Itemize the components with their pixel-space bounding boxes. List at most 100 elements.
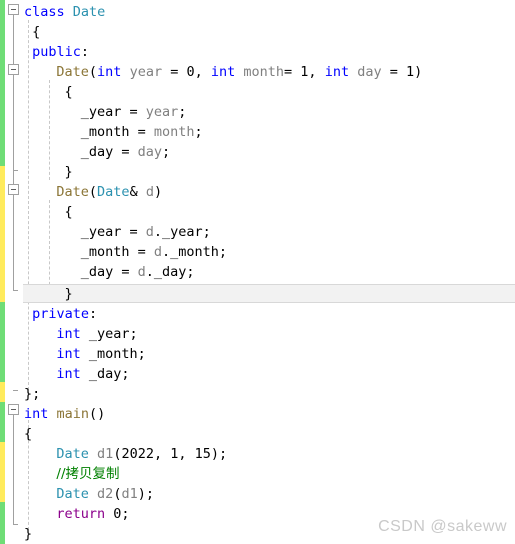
code-line[interactable]: public: xyxy=(0,42,515,62)
code-token: _year xyxy=(80,224,122,240)
code-token: ; xyxy=(161,144,171,160)
code-line[interactable]: class Date xyxy=(0,2,515,22)
code-token: = 1, xyxy=(284,64,325,80)
code-token: int xyxy=(97,64,122,80)
code-text-area[interactable]: class Date{public: Date(int year = 0, int… xyxy=(0,0,515,544)
code-token: : xyxy=(80,44,90,60)
code-line-text: Date(Date& d) xyxy=(0,182,162,202)
code-line-text: public: xyxy=(0,42,89,62)
code-token: { xyxy=(32,24,41,40)
code-token: ; xyxy=(194,124,203,140)
code-token: d xyxy=(137,264,146,280)
code-token: class xyxy=(24,4,65,20)
code-token: = 1) xyxy=(381,64,423,80)
code-token: { xyxy=(64,84,73,100)
code-line-text: } xyxy=(0,162,73,182)
code-token: d1 xyxy=(97,446,114,462)
watermark-label: CSDN @sakeww xyxy=(378,518,507,535)
code-token: return xyxy=(56,506,106,522)
code-token: _month xyxy=(80,124,130,140)
code-line-text: Date(int year = 0, int month= 1, int day… xyxy=(0,62,422,82)
code-token: : xyxy=(89,306,98,322)
code-line-text: } xyxy=(0,284,73,304)
code-token: ; xyxy=(178,104,187,120)
code-line[interactable]: //拷贝复制 xyxy=(0,464,515,484)
code-line-text: //拷贝复制 xyxy=(0,464,119,484)
code-line[interactable]: int main() xyxy=(0,404,515,424)
code-line[interactable]: _year = year; xyxy=(0,102,515,122)
code-line-text: _year = d._year; xyxy=(0,222,211,242)
code-line-text: _month = month; xyxy=(0,122,203,142)
code-token: } xyxy=(24,526,33,542)
code-line-text: int _month; xyxy=(0,344,145,364)
code-line-text: Date d2(d1); xyxy=(0,484,154,504)
code-token: ); xyxy=(137,486,154,502)
code-line[interactable]: _month = d._month; xyxy=(0,242,515,262)
code-token: d xyxy=(145,224,154,240)
code-line[interactable]: int _month; xyxy=(0,344,515,364)
code-token: month xyxy=(243,64,285,80)
code-token: = xyxy=(129,124,154,140)
code-line-text: { xyxy=(0,202,73,222)
code-token: year xyxy=(129,64,163,80)
code-line-text: int main() xyxy=(0,404,105,424)
code-token: int xyxy=(56,366,81,382)
code-token: = xyxy=(113,264,138,280)
code-line-text: { xyxy=(0,22,40,42)
code-line[interactable]: Date(Date& d) xyxy=(0,182,515,202)
code-line[interactable]: _day = d._day; xyxy=(0,262,515,282)
code-line-text: int _year; xyxy=(0,324,138,344)
code-line[interactable]: int _day; xyxy=(0,364,515,384)
code-token: { xyxy=(64,204,73,220)
code-token: _year; xyxy=(80,326,138,342)
code-token: (2022, 1, 15); xyxy=(113,446,228,462)
code-token: d2 xyxy=(97,486,114,502)
code-token: }; xyxy=(24,386,41,402)
code-token: ( xyxy=(88,64,98,80)
code-line-text: int _day; xyxy=(0,364,129,384)
code-token: 0; xyxy=(105,506,130,522)
code-token: } xyxy=(64,286,73,302)
code-token: Date xyxy=(56,184,89,200)
code-line[interactable]: { xyxy=(0,82,515,102)
code-token: main xyxy=(56,406,90,422)
code-token: { xyxy=(24,426,33,442)
code-line[interactable]: { xyxy=(0,424,515,444)
code-line[interactable]: Date(int year = 0, int month= 1, int day… xyxy=(0,62,515,82)
code-line-text: _day = day; xyxy=(0,142,170,162)
code-line[interactable]: { xyxy=(0,22,515,42)
code-token: & xyxy=(129,184,146,200)
code-line[interactable]: } xyxy=(0,162,515,182)
code-line[interactable]: int _year; xyxy=(0,324,515,344)
code-token: Date xyxy=(56,486,89,502)
code-token: Date xyxy=(72,4,106,20)
code-token: = xyxy=(129,244,154,260)
code-editor[interactable]: class Date{public: Date(int year = 0, int… xyxy=(0,0,515,544)
code-line[interactable]: } xyxy=(0,284,515,304)
code-token: ) xyxy=(153,184,163,200)
code-token: d xyxy=(153,244,162,260)
code-token: = xyxy=(121,104,146,120)
code-token: = 0, xyxy=(162,64,211,80)
code-line[interactable]: Date d2(d1); xyxy=(0,484,515,504)
code-token: d1 xyxy=(121,486,138,502)
code-line[interactable]: _year = d._year; xyxy=(0,222,515,242)
code-token: int xyxy=(24,406,49,422)
code-line[interactable]: _month = month; xyxy=(0,122,515,142)
code-line[interactable]: _day = day; xyxy=(0,142,515,162)
code-line[interactable]: { xyxy=(0,202,515,222)
code-token: } xyxy=(64,164,73,180)
code-token: month xyxy=(153,124,195,140)
code-line[interactable]: Date d1(2022, 1, 15); xyxy=(0,444,515,464)
code-token: = xyxy=(113,144,138,160)
code-line[interactable]: private: xyxy=(0,304,515,324)
code-token: _day xyxy=(80,144,114,160)
code-line[interactable]: }; xyxy=(0,384,515,404)
code-token: ._day; xyxy=(145,264,195,280)
code-line-text: _year = year; xyxy=(0,102,187,122)
